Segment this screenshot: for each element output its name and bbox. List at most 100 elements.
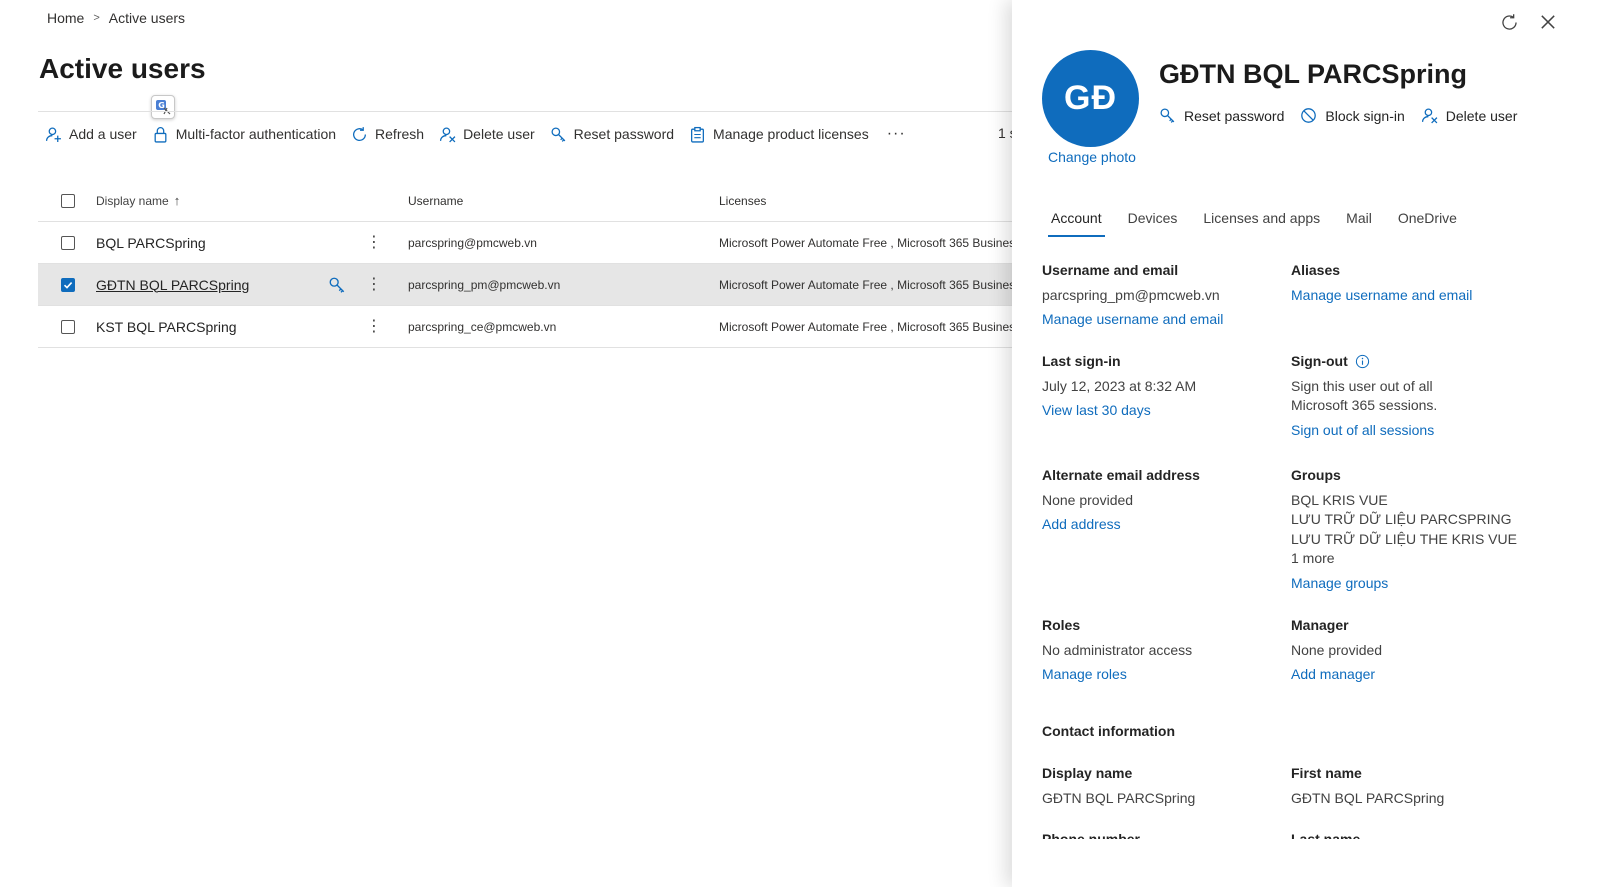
manage-licenses-button[interactable]: Manage product licenses — [689, 126, 869, 143]
page-title: Active users — [39, 53, 206, 84]
panel-reset-password-button[interactable]: Reset password — [1159, 107, 1284, 124]
section-heading: Aliases — [1291, 262, 1341, 278]
sign-out-all-sessions-link[interactable]: Sign out of all sessions — [1291, 421, 1526, 441]
panel-tabs: Account Devices Licenses and apps Mail O… — [1042, 210, 1474, 237]
groups-section: Groups BQL KRIS VUE LƯU TRỮ DỮ LIỆU PARC… — [1291, 466, 1591, 593]
breadcrumb-home[interactable]: Home — [47, 10, 84, 26]
clipboard-icon — [691, 126, 705, 143]
manage-aliases-link[interactable]: Manage username and email — [1291, 286, 1526, 306]
section-heading: Username and email — [1042, 262, 1179, 278]
close-icon[interactable] — [1539, 13, 1557, 36]
mfa-button[interactable]: Multi-factor authentication — [152, 126, 336, 143]
command-bar: Add a user Multi-factor authentication R… — [45, 123, 906, 145]
col-licenses[interactable]: Licenses — [719, 194, 1018, 208]
col-display-name-label: Display name — [96, 193, 169, 208]
alternate-email-value: None provided — [1042, 491, 1134, 508]
translate-icon[interactable]: G — [151, 95, 175, 119]
svg-text:G: G — [158, 101, 165, 110]
aliases-section: Aliases Manage username and email — [1291, 261, 1526, 305]
user-details-panel: GĐ Change photo GĐTN BQL PARCSpring Rese… — [1012, 0, 1611, 887]
add-manager-link[interactable]: Add manager — [1291, 665, 1526, 685]
block-signin-button[interactable]: Block sign-in — [1300, 107, 1405, 124]
refresh-label: Refresh — [375, 126, 425, 142]
reset-password-row-button[interactable] — [328, 276, 346, 297]
manager-section: Manager None provided Add manager — [1291, 616, 1526, 685]
row-more-button[interactable]: ⋮ — [366, 234, 382, 251]
breadcrumb: Home > Active users — [47, 10, 185, 26]
row-display-name[interactable]: BQL PARCSpring — [96, 235, 206, 251]
username-email-section: Username and email parcspring_pm@pmcweb.… — [1042, 261, 1277, 330]
key-icon — [551, 126, 565, 142]
add-address-link[interactable]: Add address — [1042, 515, 1277, 535]
col-username[interactable]: Username — [408, 194, 719, 208]
add-user-icon — [45, 126, 61, 142]
username-value: parcspring_pm@pmcweb.vn — [1042, 286, 1220, 303]
select-all-checkbox[interactable] — [61, 193, 75, 208]
row-username: parcspring@pmcweb.vn — [408, 235, 537, 250]
manage-username-link[interactable]: Manage username and email — [1042, 310, 1277, 330]
panel-title: GĐTN BQL PARCSpring — [1159, 59, 1467, 89]
roles-value: No administrator access — [1042, 641, 1193, 658]
change-photo-link[interactable]: Change photo — [1048, 149, 1136, 165]
mfa-label: Multi-factor authentication — [175, 126, 337, 142]
row-checkbox[interactable] — [61, 319, 75, 334]
delete-user-icon — [1421, 108, 1438, 124]
first-name-value: GĐTN BQL PARCSpring — [1291, 789, 1445, 806]
add-user-button[interactable]: Add a user — [45, 126, 137, 143]
row-username: parcspring_ce@pmcweb.vn — [408, 319, 557, 334]
chevron-right-icon: > — [93, 12, 100, 24]
tab-mail[interactable]: Mail — [1337, 210, 1381, 234]
refresh-icon[interactable] — [1500, 13, 1519, 37]
delete-user-label: Delete user — [463, 126, 535, 142]
view-last-30-days-link[interactable]: View last 30 days — [1042, 401, 1277, 421]
table-row-selected[interactable]: GĐTN BQL PARCSpring ⋮ parcspring_pm@pmcw… — [38, 264, 1018, 306]
row-more-button[interactable]: ⋮ — [366, 318, 382, 335]
display-name-label: Display name — [1042, 765, 1133, 781]
reset-password-button[interactable]: Reset password — [550, 126, 674, 143]
signout-text-2: Microsoft 365 sessions. — [1291, 397, 1438, 413]
section-heading: Groups — [1291, 467, 1341, 483]
manage-groups-link[interactable]: Manage groups — [1291, 574, 1591, 594]
toolbar-divider — [38, 111, 1018, 112]
manage-roles-link[interactable]: Manage roles — [1042, 665, 1277, 685]
refresh-icon — [353, 126, 367, 141]
last-signin-section: Last sign-in July 12, 2023 at 8:32 AM Vi… — [1042, 352, 1277, 421]
add-user-label: Add a user — [69, 126, 137, 142]
row-display-name[interactable]: GĐTN BQL PARCSpring — [96, 277, 249, 293]
refresh-button[interactable]: Refresh — [351, 126, 424, 143]
breadcrumb-current: Active users — [108, 10, 186, 26]
group-item: LƯU TRỮ DỮ LIỆU PARCSPRING — [1291, 511, 1512, 527]
panel-delete-user-button[interactable]: Delete user — [1421, 107, 1518, 124]
display-name-value: GĐTN BQL PARCSpring — [1042, 789, 1196, 806]
block-signin-label: Block sign-in — [1325, 107, 1405, 124]
section-heading: Roles — [1042, 617, 1081, 633]
panel-scroll-mask — [1012, 839, 1611, 887]
tab-onedrive[interactable]: OneDrive — [1389, 210, 1466, 234]
row-checkbox[interactable] — [61, 235, 75, 250]
last-signin-value: July 12, 2023 at 8:32 AM — [1042, 377, 1197, 394]
groups-more: 1 more — [1291, 550, 1335, 566]
tab-account[interactable]: Account — [1042, 210, 1111, 237]
panel-delete-user-label: Delete user — [1445, 107, 1518, 124]
panel-reset-password-label: Reset password — [1184, 107, 1285, 124]
more-commands-button[interactable]: ··· — [887, 125, 906, 143]
row-display-name[interactable]: KST BQL PARCSpring — [96, 319, 237, 335]
section-heading: Manager — [1291, 617, 1349, 633]
table-header: Display name ↑ Username Licenses — [38, 180, 1018, 222]
tab-devices[interactable]: Devices — [1119, 210, 1187, 234]
section-heading: Sign-out — [1291, 352, 1526, 372]
row-checkbox-checked[interactable] — [61, 277, 75, 292]
info-icon[interactable] — [1355, 354, 1370, 369]
table-row[interactable]: BQL PARCSpring ⋮ parcspring@pmcweb.vn Mi… — [38, 222, 1018, 264]
row-licenses: Microsoft Power Automate Free , Microsof… — [719, 235, 1018, 250]
signout-heading-label: Sign-out — [1291, 353, 1348, 369]
delete-user-button[interactable]: Delete user — [439, 126, 535, 143]
key-icon — [1160, 108, 1175, 123]
contact-info-heading-block: Contact information — [1042, 722, 1277, 747]
col-display-name[interactable]: Display name ↑ — [96, 193, 408, 208]
reset-password-label: Reset password — [573, 126, 675, 142]
table-row[interactable]: KST BQL PARCSpring ⋮ parcspring_ce@pmcwe… — [38, 306, 1018, 348]
tab-licenses-and-apps[interactable]: Licenses and apps — [1194, 210, 1329, 234]
row-licenses: Microsoft Power Automate Free , Microsof… — [719, 277, 1018, 292]
row-more-button[interactable]: ⋮ — [366, 276, 382, 293]
